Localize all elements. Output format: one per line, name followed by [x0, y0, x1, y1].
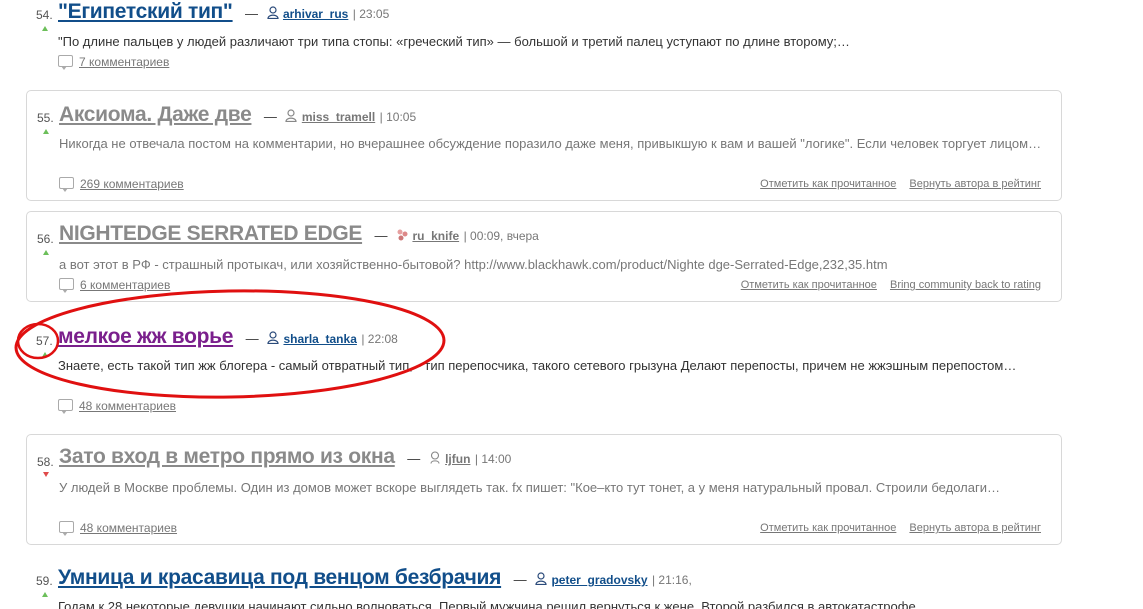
post-57: 57. мелкое жж ворье — sharla_tanka | 22:… — [26, 322, 1062, 418]
mark-read-link[interactable]: Отметить как прочитанное — [741, 279, 877, 291]
restore-rating-link[interactable]: Вернуть автора в рейтинг — [909, 522, 1041, 534]
post-number: 54. — [36, 8, 53, 22]
comments-count[interactable]: 7 комментариев — [79, 55, 169, 69]
post-number: 55. — [37, 111, 54, 125]
post-title-link[interactable]: "Египетский тип" — [58, 0, 233, 23]
comments-link[interactable]: 48 комментариев — [58, 399, 176, 414]
community-link[interactable]: ru_knife — [412, 229, 459, 243]
comment-bubble-icon — [58, 55, 73, 70]
vote-up-icon[interactable] — [43, 129, 49, 134]
post-excerpt: "По длине пальцев у людей различают три … — [58, 34, 850, 49]
comment-bubble-icon — [59, 177, 74, 192]
author-link[interactable]: arhivar_rus — [283, 7, 348, 21]
post-excerpt: Знаете, есть такой тип жж блогера - самы… — [58, 358, 1017, 373]
separator-dash: — — [374, 228, 388, 243]
post-time: | 21:16, — [651, 573, 692, 587]
comments-link[interactable]: 7 комментариев — [58, 55, 169, 70]
mark-read-link[interactable]: Отметить как прочитанное — [760, 522, 896, 534]
restore-rating-link[interactable]: Bring community back to rating — [890, 279, 1041, 291]
post-number: 57. — [36, 334, 53, 348]
post-title-link[interactable]: мелкое жж ворье — [58, 325, 233, 348]
post-actions: Отметить как прочитанное Вернуть автора … — [750, 522, 1041, 534]
post-title-link[interactable]: Умница и красавица под венцом безбрачия — [58, 566, 501, 589]
post-excerpt: Годам к 28 некоторые девушки начинают си… — [58, 599, 929, 609]
user-icon — [285, 109, 297, 122]
comments-link[interactable]: 6 комментариев — [59, 278, 170, 293]
restore-rating-link[interactable]: Вернуть автора в рейтинг — [909, 178, 1041, 190]
vote-up-icon[interactable] — [43, 250, 49, 255]
comment-bubble-icon — [59, 521, 74, 536]
comments-link[interactable]: 48 комментариев — [59, 521, 177, 536]
user-icon — [266, 6, 279, 19]
comments-count[interactable]: 6 комментариев — [80, 278, 170, 292]
separator-dash: — — [407, 451, 421, 466]
user-icon — [535, 572, 547, 585]
community-icon — [397, 229, 408, 241]
post-number: 59. — [36, 574, 53, 588]
comments-count[interactable]: 48 комментариев — [79, 399, 176, 413]
post-actions: Отметить как прочитанное Bring community… — [731, 279, 1041, 291]
post-time: | 22:08 — [361, 332, 398, 346]
comment-bubble-icon — [59, 278, 74, 293]
post-time: | 14:00 — [474, 452, 512, 466]
post-title-link[interactable]: NIGHTEDGE SERRATED EDGE — [59, 222, 362, 245]
author-link[interactable]: sharla_tanka — [283, 332, 356, 346]
vote-up-icon[interactable] — [42, 26, 48, 31]
post-number: 58. — [37, 455, 54, 469]
separator-dash: — — [263, 109, 277, 124]
vote-down-icon[interactable] — [43, 472, 49, 477]
post-excerpt: Никогда не отвечала постом на комментари… — [59, 136, 1042, 151]
post-59: 59. Умница и красавица под венцом безбра… — [26, 562, 1062, 609]
vote-up-icon[interactable] — [42, 352, 48, 357]
post-actions: Отметить как прочитанное Вернуть автора … — [750, 178, 1041, 190]
post-title-link[interactable]: Зато вход в метро прямо из окна — [59, 445, 395, 468]
author-link[interactable]: peter_gradovsky — [551, 573, 647, 587]
vote-up-icon[interactable] — [42, 592, 48, 597]
comment-bubble-icon — [58, 399, 73, 414]
comments-count[interactable]: 48 комментариев — [80, 521, 177, 535]
comments-link[interactable]: 269 комментариев — [59, 177, 184, 192]
community-icon — [430, 451, 440, 464]
post-number: 56. — [37, 232, 54, 246]
post-58: 58. Зато вход в метро прямо из окна — lj… — [26, 434, 1062, 545]
author-link[interactable]: miss_tramell — [302, 110, 375, 124]
post-55: 55. Аксиома. Даже две — miss_tramell | 1… — [26, 90, 1062, 201]
post-56: 56. NIGHTEDGE SERRATED EDGE — ru_knife |… — [26, 211, 1062, 302]
mark-read-link[interactable]: Отметить как прочитанное — [760, 178, 896, 190]
comments-count[interactable]: 269 комментариев — [80, 177, 184, 191]
separator-dash: — — [245, 6, 259, 21]
user-icon — [267, 331, 279, 344]
separator-dash: — — [245, 331, 259, 346]
post-excerpt: У людей в Москве проблемы. Один из домов… — [59, 480, 1000, 495]
post-time: | 23:05 — [352, 7, 390, 21]
post-excerpt: а вот этот в РФ - страшный протыкач, или… — [59, 257, 888, 272]
post-time: | 10:05 — [379, 110, 417, 124]
separator-dash: — — [513, 572, 527, 587]
post-time: | 00:09, вчера — [463, 229, 539, 243]
post-54: 54. "Египетский тип" — arhivar_rus | 23:… — [26, 0, 1062, 72]
post-title-link[interactable]: Аксиома. Даже две — [59, 103, 252, 126]
community-link[interactable]: ljfun — [445, 452, 470, 466]
